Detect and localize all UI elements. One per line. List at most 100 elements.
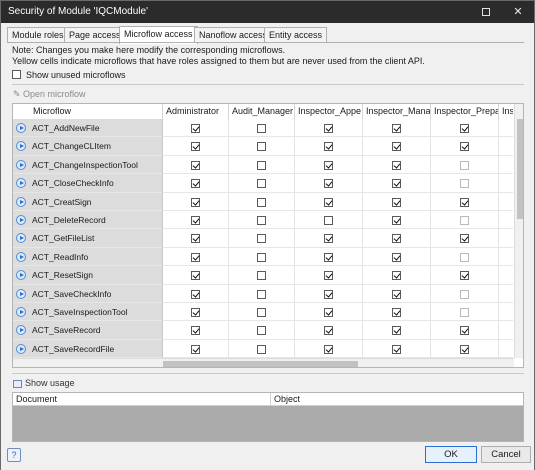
table-row[interactable]: ACT_DeleteRecord xyxy=(13,211,513,230)
role-access-cell[interactable] xyxy=(229,211,295,230)
table-row[interactable]: ACT_ResetSign xyxy=(13,266,513,285)
column-header-object[interactable]: Object xyxy=(274,394,300,404)
role-access-checkbox[interactable] xyxy=(191,326,200,336)
role-access-checkbox[interactable] xyxy=(257,179,266,189)
role-access-checkbox[interactable] xyxy=(257,308,266,317)
microflow-name-cell[interactable]: ACT_ResetSign xyxy=(13,266,163,285)
maximize-button[interactable] xyxy=(471,1,501,23)
role-access-cell[interactable] xyxy=(163,284,229,303)
role-access-checkbox[interactable] xyxy=(460,271,469,281)
microflow-name-cell[interactable]: ACT_SaveCheckInfo xyxy=(13,284,163,303)
role-access-cell[interactable] xyxy=(499,285,513,303)
role-access-checkbox[interactable] xyxy=(460,179,469,189)
role-access-cell[interactable] xyxy=(229,247,295,267)
role-access-checkbox[interactable] xyxy=(324,308,333,317)
role-access-checkbox[interactable] xyxy=(191,142,200,152)
role-access-cell[interactable] xyxy=(363,211,431,230)
vertical-scroll-thumb[interactable] xyxy=(517,119,523,219)
microflow-name-cell[interactable]: ACT_GetFileList xyxy=(13,229,163,248)
table-row[interactable]: ACT_SaveRecordFile xyxy=(13,339,513,359)
role-access-cell[interactable] xyxy=(229,137,295,156)
tab-nanoflow-access[interactable]: Nanoflow access xyxy=(194,27,273,43)
role-access-checkbox[interactable] xyxy=(324,289,333,299)
role-access-checkbox[interactable] xyxy=(392,216,401,225)
role-access-cell[interactable] xyxy=(363,229,431,248)
role-access-cell[interactable] xyxy=(431,303,499,322)
show-usage-button[interactable]: Show usage xyxy=(13,378,75,388)
role-access-cell[interactable] xyxy=(295,284,363,303)
microflow-name-cell[interactable]: ACT_AddNewFile xyxy=(13,119,163,138)
role-access-checkbox[interactable] xyxy=(324,160,333,170)
column-header-document[interactable]: Document xyxy=(16,394,57,404)
role-access-checkbox[interactable] xyxy=(191,216,200,225)
microflow-name-cell[interactable]: ACT_ChangeCLItem xyxy=(13,137,163,156)
role-access-cell[interactable] xyxy=(431,339,499,359)
role-access-checkbox[interactable] xyxy=(392,179,401,189)
role-access-cell[interactable] xyxy=(363,284,431,303)
role-access-cell[interactable] xyxy=(431,192,499,211)
role-access-checkbox[interactable] xyxy=(324,252,333,262)
role-access-cell[interactable] xyxy=(229,229,295,248)
role-access-cell[interactable] xyxy=(163,266,229,285)
role-access-cell[interactable] xyxy=(229,155,295,175)
role-access-cell[interactable] xyxy=(163,303,229,322)
role-access-cell[interactable] xyxy=(363,174,431,193)
role-access-checkbox[interactable] xyxy=(191,234,200,244)
microflow-name-cell[interactable]: ACT_CreatSign xyxy=(13,192,163,211)
role-access-cell[interactable] xyxy=(363,321,431,340)
open-microflow-button[interactable]: ✎ Open microflow xyxy=(13,89,86,100)
role-access-cell[interactable] xyxy=(295,266,363,285)
role-access-checkbox[interactable] xyxy=(257,160,266,170)
role-access-checkbox[interactable] xyxy=(191,308,200,317)
role-access-checkbox[interactable] xyxy=(392,326,401,336)
role-access-checkbox[interactable] xyxy=(392,271,401,281)
role-access-checkbox[interactable] xyxy=(324,326,333,336)
column-header-inspector-appe[interactable]: Inspector_Appe xyxy=(295,104,363,119)
role-access-cell[interactable] xyxy=(295,192,363,211)
column-header-audit-manager[interactable]: Audit_Manager xyxy=(229,104,295,119)
microflow-name-cell[interactable]: ACT_SaveRecordFile xyxy=(13,339,163,359)
role-access-checkbox[interactable] xyxy=(257,142,266,152)
role-access-cell[interactable] xyxy=(229,174,295,193)
table-row[interactable]: ACT_ChangeCLItem xyxy=(13,137,513,156)
role-access-cell[interactable] xyxy=(295,321,363,340)
role-access-cell[interactable] xyxy=(163,229,229,248)
role-access-checkbox[interactable] xyxy=(324,142,333,152)
table-row[interactable]: ACT_SaveCheckInfo xyxy=(13,284,513,303)
role-access-cell[interactable] xyxy=(363,266,431,285)
role-access-cell[interactable] xyxy=(431,174,499,193)
role-access-checkbox[interactable] xyxy=(460,160,469,170)
table-row[interactable]: ACT_CreatSign xyxy=(13,192,513,211)
role-access-cell[interactable] xyxy=(295,174,363,193)
microflow-name-cell[interactable]: ACT_ReadInfo xyxy=(13,247,163,267)
role-access-cell[interactable] xyxy=(295,137,363,156)
role-access-checkbox[interactable] xyxy=(257,326,266,336)
role-access-cell[interactable] xyxy=(431,229,499,248)
column-header-inspector-prepa[interactable]: Inspector_Prepa xyxy=(431,104,499,119)
role-access-checkbox[interactable] xyxy=(460,252,469,262)
role-access-cell[interactable] xyxy=(363,339,431,359)
column-header-insp[interactable]: Insp xyxy=(499,104,513,119)
tab-page-access[interactable]: Page access xyxy=(64,27,126,43)
role-access-cell[interactable] xyxy=(431,137,499,156)
role-access-checkbox[interactable] xyxy=(392,252,401,262)
role-access-cell[interactable] xyxy=(163,137,229,156)
role-access-cell[interactable] xyxy=(163,192,229,211)
table-row[interactable]: ACT_CloseCheckInfo xyxy=(13,174,513,193)
role-access-checkbox[interactable] xyxy=(392,197,401,207)
role-access-cell[interactable] xyxy=(499,174,513,193)
usage-grid[interactable]: Document Object xyxy=(12,392,524,442)
role-access-cell[interactable] xyxy=(229,266,295,285)
role-access-cell[interactable] xyxy=(229,321,295,340)
role-access-cell[interactable] xyxy=(295,339,363,359)
role-access-cell[interactable] xyxy=(163,155,229,175)
microflow-name-cell[interactable]: ACT_ChangeInspectionTool xyxy=(13,155,163,175)
role-access-cell[interactable] xyxy=(431,211,499,230)
role-access-cell[interactable] xyxy=(499,193,513,211)
role-access-checkbox[interactable] xyxy=(257,252,266,262)
role-access-checkbox[interactable] xyxy=(460,326,469,336)
role-access-checkbox[interactable] xyxy=(460,344,469,354)
role-access-cell[interactable] xyxy=(363,192,431,211)
role-access-cell[interactable] xyxy=(295,303,363,322)
role-access-cell[interactable] xyxy=(499,156,513,175)
